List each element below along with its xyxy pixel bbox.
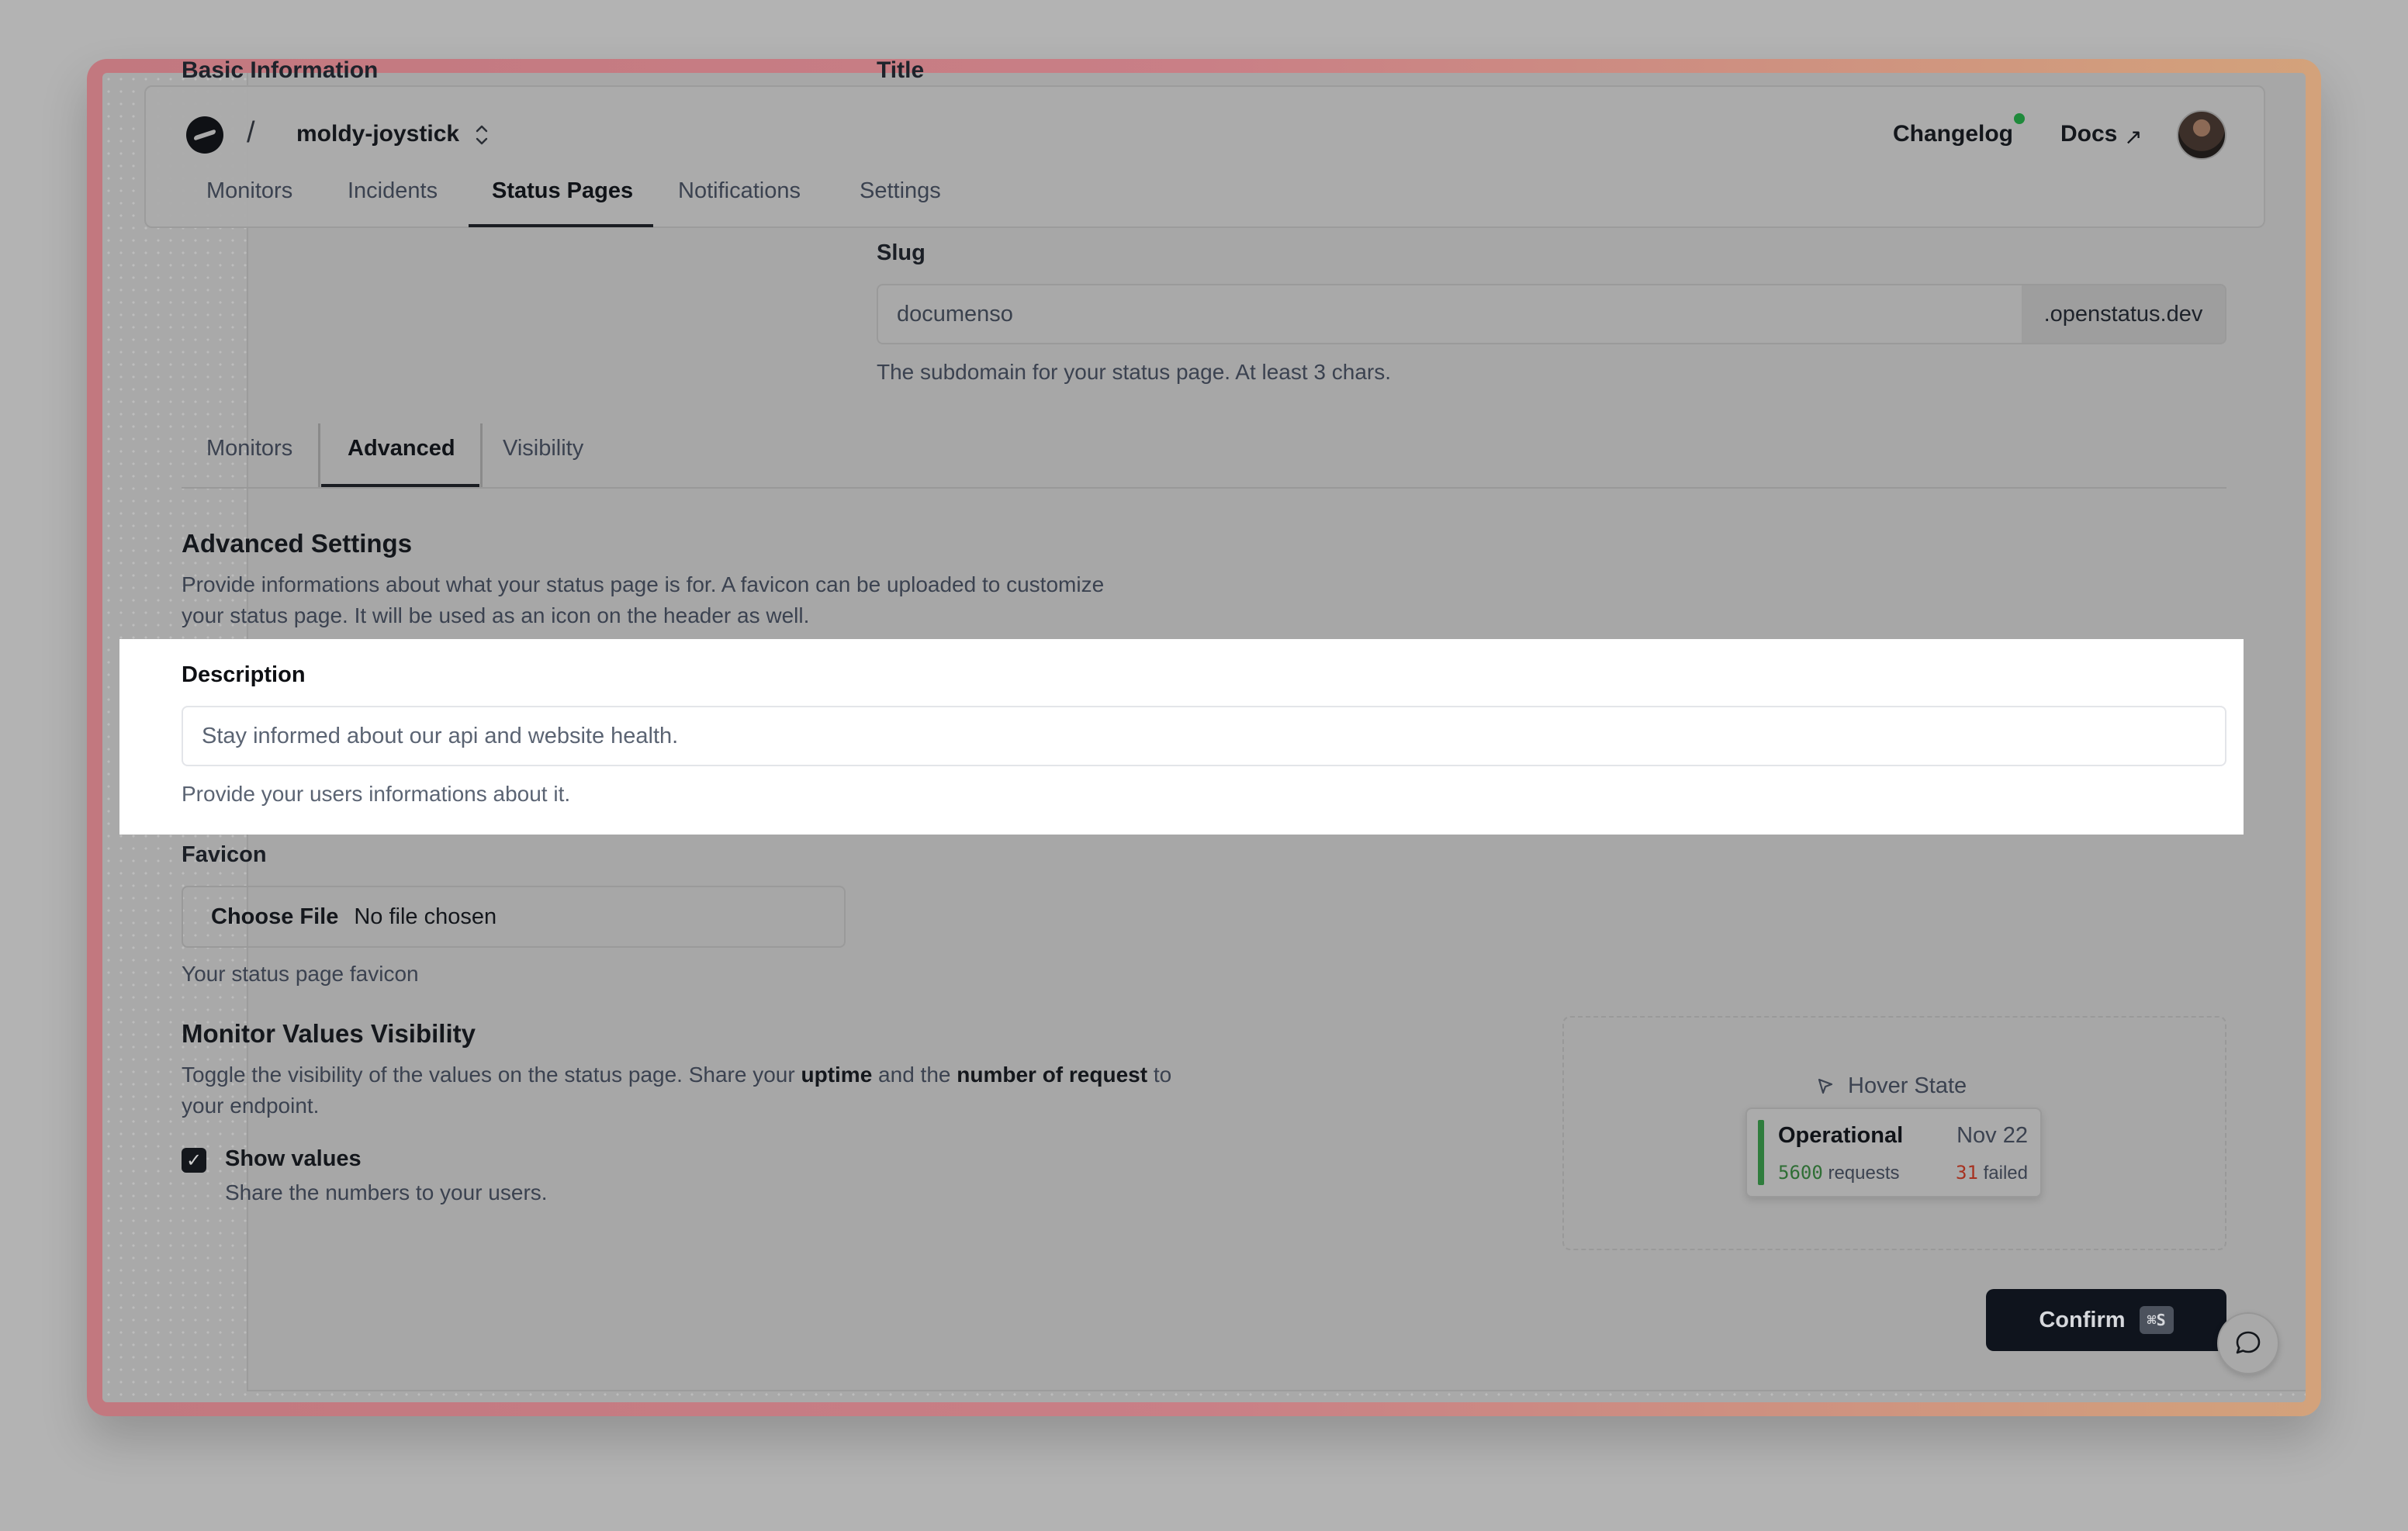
file-status-text: No file chosen [354, 904, 497, 929]
tooltip-status: Operational [1778, 1123, 1904, 1148]
slug-help-text: The subdomain for your status page. At l… [877, 360, 1392, 384]
visibility-description-line2: your endpoint. [182, 1094, 320, 1118]
tooltip-failed: 31 failed [1956, 1162, 2028, 1184]
description-help-text: Provide your users informations about it… [182, 782, 571, 806]
show-values-label[interactable]: Show values [225, 1146, 362, 1172]
confirm-button[interactable]: Confirm ⌘S [1986, 1289, 2226, 1351]
cursor-pointer-icon [1818, 1078, 1833, 1094]
docs-link[interactable]: Docs [2060, 121, 2117, 147]
subtabs-divider [182, 487, 2226, 489]
chevron-up-down-icon[interactable] [472, 121, 492, 149]
visibility-description-line1: Toggle the visibility of the values on t… [182, 1063, 1172, 1087]
nav-incidents[interactable]: Incidents [348, 178, 438, 204]
favicon-label: Favicon [182, 842, 267, 867]
section-heading-basic: Basic Information [182, 57, 379, 83]
subtab-visibility[interactable]: Visibility [503, 436, 583, 461]
chat-bubble-icon [2236, 1331, 2261, 1354]
slug-label: Slug [877, 240, 925, 265]
advanced-settings-title: Advanced Settings [182, 529, 413, 558]
changelog-new-dot [2014, 113, 2025, 124]
favicon-help-text: Your status page favicon [182, 962, 419, 986]
subtab-advanced[interactable]: Advanced [348, 436, 455, 461]
external-link-icon: ↗ [2124, 125, 2143, 149]
changelog-link[interactable]: Changelog [1893, 121, 2013, 147]
advanced-settings-description-line2: your status page. It will be used as an … [182, 603, 810, 627]
show-values-help: Share the numbers to your users. [225, 1180, 548, 1204]
show-values-checkbox[interactable]: ✓ [182, 1148, 206, 1173]
tooltip-date: Nov 22 [1956, 1123, 2028, 1148]
description-input[interactable]: Stay informed about our api and website … [182, 706, 2226, 766]
keyboard-shortcut-badge: ⌘S [2139, 1306, 2174, 1334]
nav-settings[interactable]: Settings [860, 178, 941, 204]
breadcrumb-separator: / [247, 116, 255, 149]
confirm-label: Confirm [2039, 1307, 2126, 1332]
nav-status-pages[interactable]: Status Pages [492, 178, 633, 204]
slug-input[interactable]: documenso [877, 284, 2023, 344]
openstatus-logo-icon[interactable] [186, 116, 223, 154]
status-indicator-bar [1758, 1120, 1764, 1185]
choose-file-button[interactable]: Choose File [211, 904, 338, 930]
visibility-title: Monitor Values Visibility [182, 1019, 476, 1048]
description-label: Description [182, 662, 306, 687]
slug-domain-suffix: .openstatus.dev [2022, 284, 2226, 344]
subtab-monitors[interactable]: Monitors [206, 436, 292, 461]
advanced-settings-description-line1: Provide informations about what your sta… [182, 572, 1105, 596]
project-name[interactable]: moldy-joystick [296, 121, 459, 147]
hover-state-label: Hover State [1848, 1073, 1967, 1098]
favicon-file-input[interactable]: Choose File No file chosen [182, 886, 846, 948]
section-heading-title: Title [877, 57, 925, 83]
active-nav-indicator [469, 224, 653, 227]
chat-support-button[interactable] [2217, 1312, 2279, 1374]
nav-notifications[interactable]: Notifications [678, 178, 801, 204]
description-field-panel: Description Stay informed about our api … [119, 639, 2244, 835]
nav-monitors[interactable]: Monitors [206, 178, 292, 204]
status-tooltip: Operational Nov 22 5600 requests 31 fail… [1745, 1108, 2042, 1197]
tooltip-requests: 5600 requests [1778, 1162, 1900, 1184]
user-avatar[interactable] [2177, 110, 2226, 160]
top-header [144, 85, 2265, 228]
